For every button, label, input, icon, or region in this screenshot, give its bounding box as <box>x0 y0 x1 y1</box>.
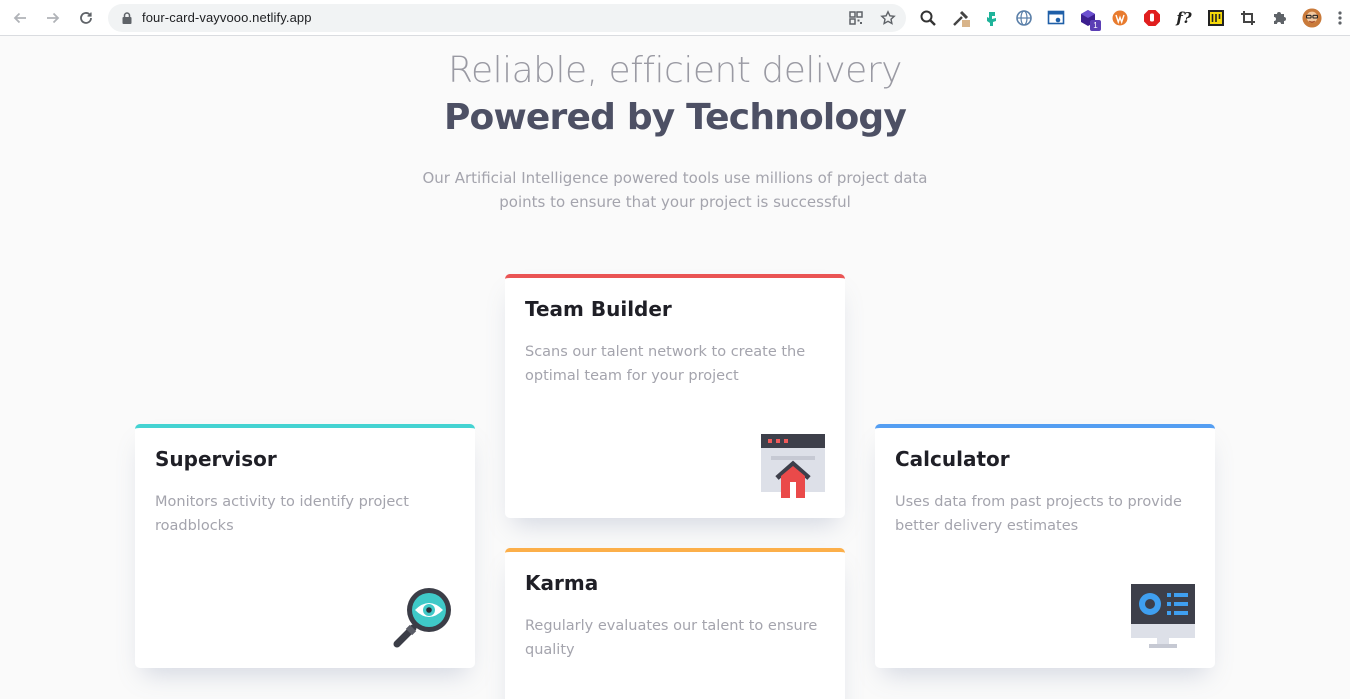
reload-button[interactable] <box>74 6 98 30</box>
hero-bold-title: Powered by Technology <box>443 97 907 138</box>
magnifier-eye-icon <box>393 588 451 648</box>
card-description: Regularly evaluates our talent to ensure… <box>525 618 818 658</box>
puzzle-icon[interactable] <box>1270 8 1290 28</box>
menu-icon[interactable] <box>1334 8 1346 28</box>
crop-icon[interactable] <box>1238 8 1258 28</box>
screenshot-icon[interactable] <box>1046 8 1066 28</box>
card-title: Calculator <box>895 447 1010 471</box>
card-title: Supervisor <box>155 447 277 471</box>
address-bar[interactable]: four-card-vayvooo.netlify.app <box>108 4 906 32</box>
browser-toolbar: four-card-vayvooo.netlify.app 1 f? <box>0 0 1350 36</box>
card-title: Team Builder <box>525 297 672 321</box>
wordpress-icon[interactable] <box>1110 8 1130 28</box>
card-description: Uses data from past projects to provide … <box>895 494 1182 534</box>
forward-button[interactable] <box>41 6 65 30</box>
url-text: four-card-vayvooo.netlify.app <box>142 10 312 25</box>
card-team-builder: Team Builder Scans our talent network to… <box>505 274 845 518</box>
calculator-monitor-icon <box>1131 584 1195 648</box>
card-karma: Karma Regularly evaluates our talent to … <box>505 548 845 699</box>
stop-icon[interactable] <box>1142 8 1162 28</box>
font-ext-label: f? <box>1176 9 1192 27</box>
hero-description: Our Artificial Intelligence powered tool… <box>422 169 928 211</box>
pi-icon[interactable] <box>1206 8 1226 28</box>
search-icon[interactable] <box>918 8 938 28</box>
back-button[interactable] <box>8 6 32 30</box>
card-title: Karma <box>525 571 599 595</box>
card-calculator: Calculator Uses data from past projects … <box>875 424 1215 668</box>
avatar[interactable] <box>1302 8 1322 28</box>
font-icon[interactable]: f? <box>1174 8 1194 28</box>
team-builder-icon <box>761 434 825 498</box>
card-supervisor: Supervisor Monitors activity to identify… <box>135 424 475 668</box>
qr-code-icon[interactable] <box>848 10 864 26</box>
star-icon[interactable] <box>880 10 896 26</box>
cube-badge: 1 <box>1090 20 1101 31</box>
hero-light-title: Reliable, efficient delivery <box>448 50 902 91</box>
lock-icon[interactable] <box>120 11 134 25</box>
cube-icon[interactable]: 1 <box>1078 8 1101 31</box>
card-description: Monitors activity to identify project ro… <box>155 494 409 534</box>
globe-icon[interactable] <box>1014 8 1034 28</box>
eyedropper-icon[interactable] <box>951 8 971 28</box>
card-description: Scans our talent network to create the o… <box>525 344 806 384</box>
dino-icon[interactable] <box>983 8 1003 28</box>
